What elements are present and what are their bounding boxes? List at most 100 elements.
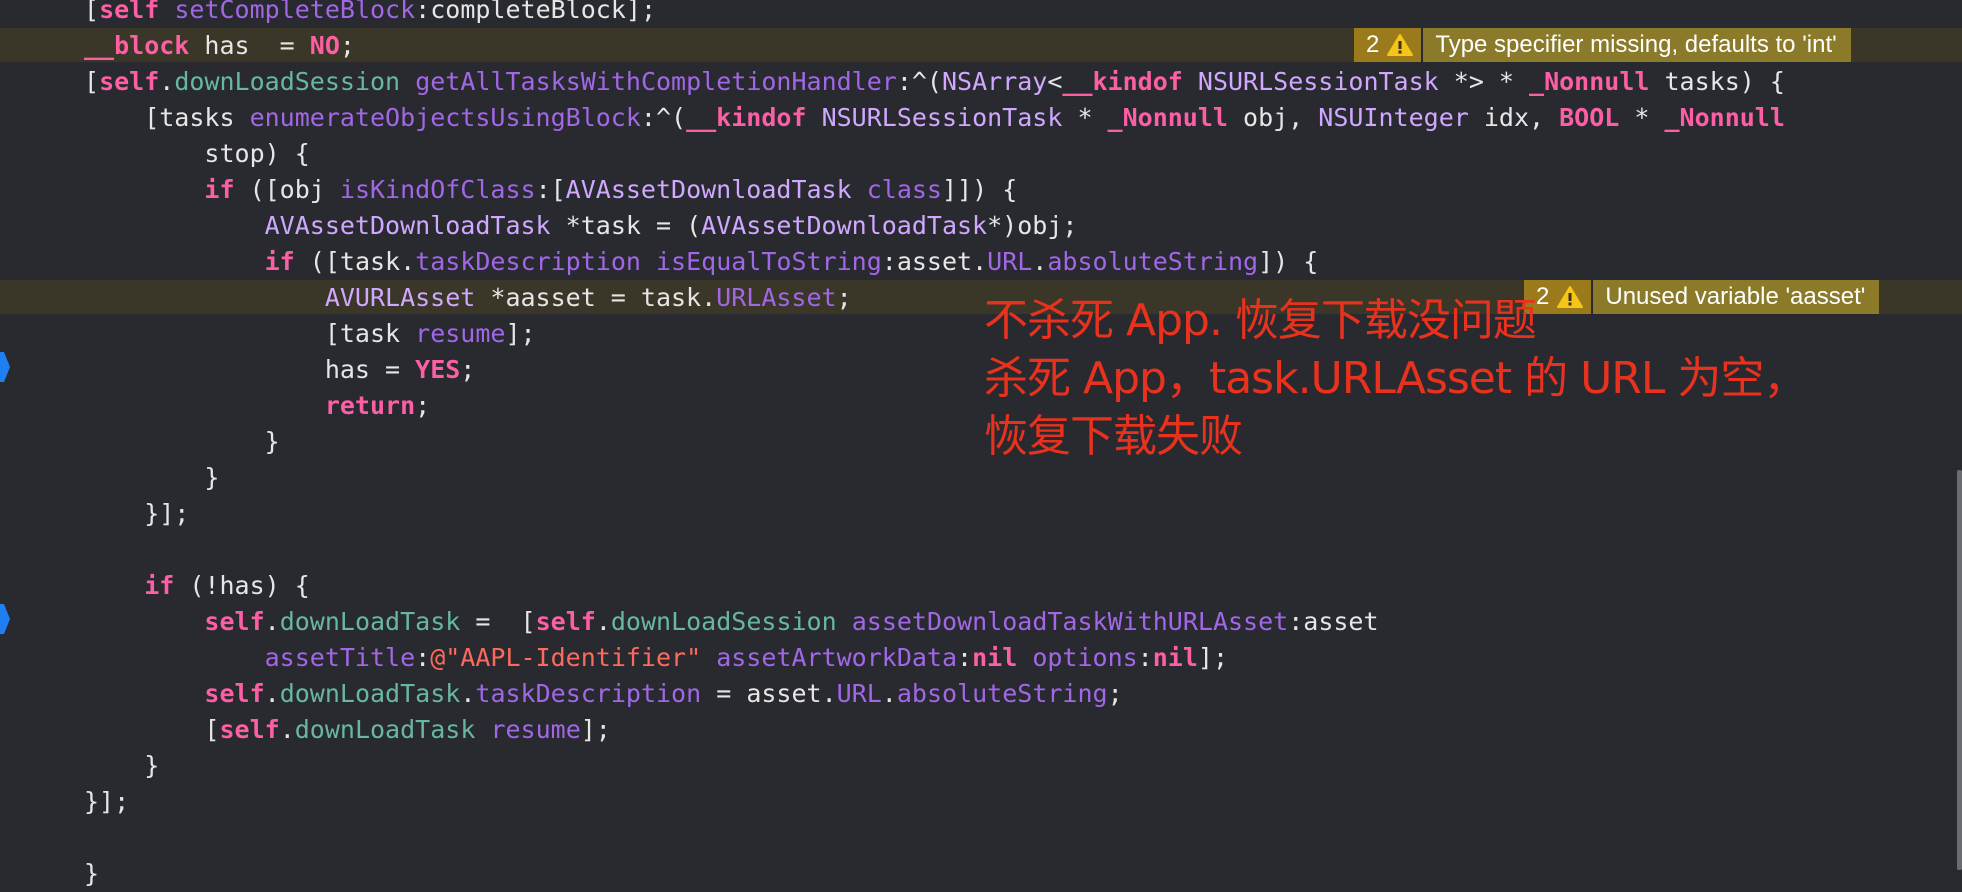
code-line[interactable]: return; <box>84 388 430 424</box>
code-line[interactable]: } <box>84 748 159 784</box>
issue-badge-type-specifier[interactable]: 2 Type specifier missing, defaults to 'i… <box>1354 28 1851 62</box>
code-token: :asset. <box>881 247 988 276</box>
code-token: assetArtworkData <box>716 643 958 672</box>
code-token: . <box>159 67 175 96</box>
code-token: taskDescription <box>415 247 641 276</box>
code-token: nil <box>972 643 1018 672</box>
code-token: tasks) { <box>1649 67 1785 96</box>
code-token: AVAssetDownloadTask <box>264 211 551 240</box>
code-token: self <box>99 0 160 24</box>
code-line[interactable]: [tasks enumerateObjectsUsingBlock:^(__ki… <box>84 100 1785 136</box>
code-line[interactable]: self.downLoadTask.taskDescription = asse… <box>84 676 1123 712</box>
code-token: :completeBlock]; <box>415 0 656 24</box>
code-token: ; <box>339 31 355 60</box>
code-token: . <box>1032 247 1048 276</box>
code-token: nil <box>1152 643 1198 672</box>
code-token: __kindof <box>686 103 807 132</box>
code-line[interactable]: __block has = NO; <box>84 28 355 64</box>
code-token: isKindOfClass <box>339 175 536 204</box>
code-token: * <box>1619 103 1665 132</box>
code-line[interactable]: }]; <box>84 784 129 820</box>
code-token: _Nonnull <box>1529 67 1650 96</box>
code-token: assetTitle <box>264 643 416 672</box>
breakpoint-marker-icon[interactable] <box>0 352 10 382</box>
code-line[interactable]: [self setCompleteBlock:completeBlock]; <box>84 0 656 28</box>
code-line[interactable]: [self.downLoadTask resume]; <box>84 712 611 748</box>
code-token: NSUInteger <box>1318 103 1469 132</box>
code-token: : <box>415 643 431 672</box>
code-token: isEqualToString <box>656 247 882 276</box>
code-token: downLoadSession <box>610 607 837 636</box>
code-line[interactable]: AVURLAsset *aasset = task.URLAsset; <box>84 280 852 316</box>
code-token: (!has) { <box>174 571 310 600</box>
code-line[interactable]: has = YES; <box>84 352 476 388</box>
code-line[interactable]: [self.downLoadSession getAllTasksWithCom… <box>84 64 1785 100</box>
code-token: *)obj; <box>987 211 1078 240</box>
code-token: _Nonnull <box>1107 103 1228 132</box>
code-line[interactable]: stop) { <box>84 136 309 172</box>
code-token: *task = ( <box>550 211 702 240</box>
breakpoint-marker-icon[interactable] <box>0 604 10 634</box>
code-token: ; <box>415 391 431 420</box>
code-token: downLoadTask <box>294 715 476 744</box>
code-token: has = <box>189 31 310 60</box>
code-token: . <box>460 679 476 708</box>
code-token: idx, <box>1468 103 1560 132</box>
code-token: [tasks <box>84 103 250 132</box>
code-token: has = <box>84 355 416 384</box>
code-line[interactable]: self.downLoadTask = [self.downLoadSessio… <box>84 604 1379 640</box>
code-line[interactable]: assetTitle:@"AAPL-Identifier" assetArtwo… <box>84 640 1228 676</box>
code-line[interactable]: AVAssetDownloadTask *task = (AVAssetDown… <box>84 208 1078 244</box>
code-token: *> * <box>1438 67 1530 96</box>
code-token: downLoadSession <box>174 67 401 96</box>
code-line[interactable]: } <box>84 856 99 892</box>
code-line[interactable]: }]; <box>84 496 189 532</box>
code-token: : <box>957 643 973 672</box>
code-line[interactable]: } <box>84 424 280 460</box>
code-token: < <box>1047 67 1063 96</box>
code-token: downLoadTask <box>279 607 461 636</box>
code-token: = [ <box>460 607 536 636</box>
code-token: if <box>144 571 175 600</box>
code-line[interactable]: [task resume]; <box>84 316 536 352</box>
issue-count: 2 <box>1354 28 1422 62</box>
code-token: URL <box>987 247 1033 276</box>
code-token: :asset <box>1288 607 1379 636</box>
vertical-scrollbar[interactable] <box>1957 470 1962 870</box>
code-token: self <box>219 715 280 744</box>
code-token: setCompleteBlock <box>174 0 416 24</box>
code-token: ]; <box>580 715 611 744</box>
code-token: *aasset = task. <box>475 283 717 312</box>
code-token: [ <box>84 67 100 96</box>
code-token: ; <box>1107 679 1123 708</box>
annotation-line: 不杀死 App. 恢复下载没问题 <box>984 295 1537 346</box>
code-token: } <box>84 751 160 780</box>
code-line[interactable]: if (!has) { <box>84 568 310 604</box>
code-token: class <box>866 175 942 204</box>
code-line[interactable]: if ([obj isKindOfClass:[AVAssetDownloadT… <box>84 172 1017 208</box>
code-line[interactable]: if ([task.taskDescription isEqualToStrin… <box>84 244 1319 280</box>
code-token: if <box>204 175 235 204</box>
code-token: self <box>535 607 596 636</box>
issue-count-label: 2 <box>1366 31 1380 58</box>
code-line[interactable]: } <box>84 460 219 496</box>
code-token: return <box>324 391 416 420</box>
code-token: : <box>1137 643 1153 672</box>
code-token: . <box>595 607 611 636</box>
code-token: AVURLAsset <box>324 283 476 312</box>
code-token: NSArray <box>941 67 1048 96</box>
code-token: YES <box>415 355 461 384</box>
code-token: resume <box>415 319 506 348</box>
